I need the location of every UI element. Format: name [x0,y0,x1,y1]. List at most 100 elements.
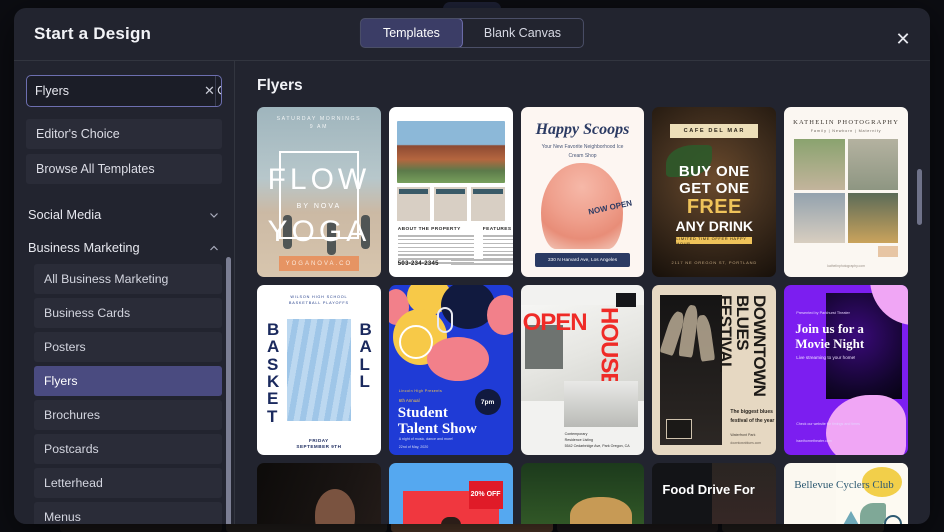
dialog-titlebar: Start a Design Templates Blank Canvas ✕ [14,8,930,60]
open-house-detail: Contemporary Residence Listing 5542 Ceda… [565,431,630,449]
interior-inset-photo [564,381,638,427]
collage-photo [848,193,898,244]
yoga-footer: YOGANOVA.CO [279,256,359,271]
brand-logo [616,293,636,307]
cafe-line4: ANY DRINK [652,218,776,234]
sidebar-item-brochures[interactable]: Brochures [34,400,222,430]
talent-title2: Talent Show [398,421,477,438]
template-card-happy-scoops[interactable]: Happy Scoops Your New Favorite Neighborh… [521,107,645,277]
collage-photo [794,193,844,244]
category-list: Social Media Business Marketing All Busi… [26,198,222,524]
sidebar: ✕ Editor's Choice Browse All Templates S… [14,61,235,524]
cafe-line1: BUY ONE [652,163,776,180]
category-label: Social Media [28,207,101,222]
guitar-icon [399,325,433,359]
about-heading: ABOUT THE PROPERTY [398,227,461,232]
template-card-downtown-blues-festival[interactable]: DOWNTOWN BLUES FESTIVAL The biggest blue… [652,285,776,455]
hand-shape [695,314,715,362]
cyclers-artwork [836,463,908,524]
movie-presents: Presented by Parkhurst Theater [796,311,850,315]
cyclers-title: Bellevue Cyclers Club [794,479,894,492]
template-card-cafe-del-mar[interactable]: CAFE DEL MAR BUY ONE GET ONE FREE ANY DR… [652,107,776,277]
template-gallery: Flyers SATURDAY MORNINGS 9 AM FLOW BY NO… [235,61,930,524]
yoga-byline: BY NOVA [257,203,381,210]
sidebar-item-all-business-marketing[interactable]: All Business Marketing [34,264,222,294]
sidebar-item-flyers[interactable]: Flyers [34,366,222,396]
food-drive-title: Food Drive For [662,483,754,498]
category-business-marketing[interactable]: Business Marketing [26,231,222,264]
scoops-subtitle: Your New Favorite Neighborhood Ice Cream… [535,143,631,160]
discount-badge: 20% OFF [469,481,503,509]
search-box: ✕ [26,75,222,107]
template-card-student-talent-show[interactable]: Lincoln High Presents 6th Annual Student… [389,285,513,455]
property-thumb [471,187,504,221]
gallery-heading: Flyers [257,77,908,95]
chevron-up-icon [208,242,220,254]
template-card-food-drive-flyer[interactable]: Food Drive For [652,463,776,524]
basketball-photo [287,319,351,421]
template-card-real-estate-property[interactable]: ABOUT THE PROPERTY FEATURES 503-234-2345 [389,107,513,277]
clear-search-icon[interactable]: ✕ [204,76,215,106]
talent-desc: A night of music, dance and more! [399,437,453,441]
sidebar-item-business-cards[interactable]: Business Cards [34,298,222,328]
cafe-brand: CAFE DEL MAR [670,124,758,138]
portrait-subject [315,489,355,524]
property-thumbnails [397,187,505,221]
template-card-basketball-playoffs[interactable]: WILSON HIGH SCHOOL BASKETBALL PLAYOFFS B… [257,285,381,455]
festival-logo [666,419,692,439]
category-social-media[interactable]: Social Media [26,198,222,231]
search-icon[interactable] [215,76,222,106]
open-house-detail1: Contemporary [565,432,588,436]
gallery-scrollbar[interactable] [917,169,922,225]
close-icon[interactable]: ✕ [892,28,914,50]
business-marketing-subitems: All Business Marketing Business Cards Po… [26,264,222,524]
template-card-movie-night[interactable]: Presented by Parkhurst Theater Join us f… [784,285,908,455]
open-house-word1: OPEN [523,309,587,337]
talent-presents: Lincoln High Presents [399,389,442,393]
photography-price-badge [878,246,898,257]
search-input[interactable] [27,76,204,106]
collage-photo [794,139,844,190]
sidebar-scrollbar[interactable] [226,257,231,524]
sidebar-item-postcards[interactable]: Postcards [34,434,222,464]
tab-templates[interactable]: Templates [360,18,463,48]
template-card-dog-nature-flyer[interactable] [521,463,645,524]
features-list-lines [483,235,513,262]
photography-subtitle: Family | Newborn | Maternity [784,129,908,133]
scoops-address: 330 N Harvard Ave, Los Angeles [535,253,631,267]
property-phone: 503-234-2345 [398,261,439,267]
cafe-line3: FREE [652,196,776,219]
sidebar-item-editors-choice[interactable]: Editor's Choice [26,119,222,149]
start-a-design-dialog: Start a Design Templates Blank Canvas ✕ … [14,8,930,524]
cafe-address: 2117 NE OREGON ST, PORTLAND [652,260,776,265]
basketball-word-right: BALL [360,321,371,390]
features-heading: FEATURES [483,227,512,232]
template-grid: SATURDAY MORNINGS 9 AM FLOW BY NOVA YOGA… [257,107,908,524]
property-photo [397,121,505,183]
talent-annual: 6th Annual [399,398,420,403]
yoga-top-time: 9 AM [257,124,381,130]
template-card-kathelin-photography[interactable]: KATHELIN PHOTOGRAPHY Family | Newborn | … [784,107,908,277]
open-house-word2: HOUSE [594,307,622,387]
template-card-dark-portrait-flyer[interactable] [257,463,381,524]
movie-footer2: hawthornetheater.com [796,439,832,443]
sidebar-item-letterhead[interactable]: Letterhead [34,468,222,498]
template-card-bellevue-cyclers-club[interactable]: Bellevue Cyclers Club Join us for monthl… [784,463,908,524]
sidebar-item-browse-all-templates[interactable]: Browse All Templates [26,154,222,184]
template-card-sale-promo-flyer[interactable]: 20% OFF [389,463,513,524]
page-title: Start a Design [34,24,151,44]
property-thumb [434,187,467,221]
chevron-down-icon [208,209,220,221]
shape-decor [487,295,513,335]
template-card-flow-by-nova-yoga[interactable]: SATURDAY MORNINGS 9 AM FLOW BY NOVA YOGA… [257,107,381,277]
sidebar-item-menus[interactable]: Menus [34,502,222,524]
sale-subject [441,517,461,524]
screen-root: Start a Design Templates Blank Canvas ✕ … [0,0,944,532]
tab-blank-canvas[interactable]: Blank Canvas [462,19,583,47]
photography-website: kathelinphotography.com [784,264,908,268]
template-card-open-house[interactable]: OPEN HOUSE Contemporary Residence Listin… [521,285,645,455]
blues-url: downtownblues.com [730,441,761,445]
sidebar-item-posters[interactable]: Posters [34,332,222,362]
open-house-detail2: Residence Listing [565,438,593,442]
photo-collage [794,139,898,243]
